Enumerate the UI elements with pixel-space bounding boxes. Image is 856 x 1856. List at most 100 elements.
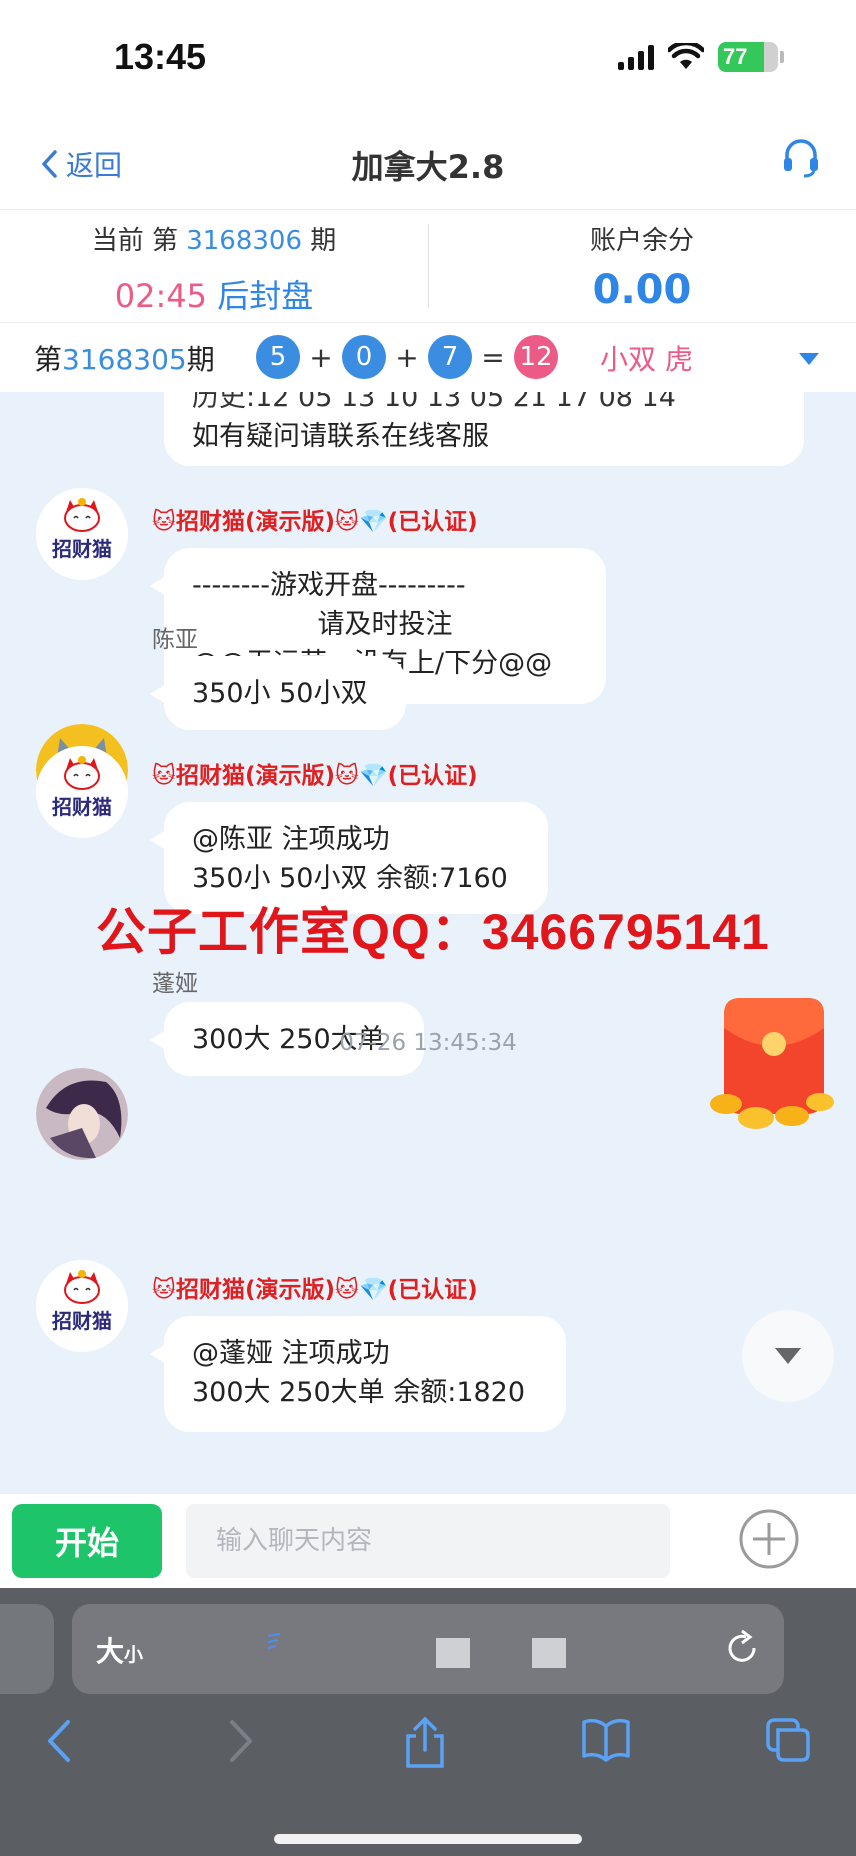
- result-balls: 5 + 0 + 7 = 12: [256, 335, 558, 379]
- add-attachment-button[interactable]: [738, 1508, 800, 1574]
- result-ball-2: 0: [342, 335, 386, 379]
- wifi-icon: [668, 43, 704, 69]
- message-line: 历史:12 05 13 10 13 05 21 17 08 14: [192, 392, 676, 413]
- aa-big: 大: [96, 1635, 125, 1668]
- balance-section: 账户余分 0.00: [428, 220, 856, 313]
- blurred-url-part: [436, 1638, 470, 1668]
- caret-down-icon: [799, 353, 819, 365]
- last-result-bar[interactable]: 第3168305期 5 + 0 + 7 = 12 小双 虎: [0, 322, 856, 392]
- sender-name: 🐱招财猫(演示版)🐱💎(已认证): [152, 509, 478, 535]
- watermark: 公子工作室QQ：3466795141: [96, 904, 770, 960]
- blurred-url-part: [532, 1638, 566, 1668]
- message-line: --------游戏开盘---------: [192, 570, 466, 601]
- browser-toolbar: 大小: [0, 1588, 856, 1856]
- bot-avatar[interactable]: 招财猫: [36, 488, 128, 580]
- lucky-cat-logo: 招财猫: [36, 488, 128, 580]
- last-period-number: 3168305: [62, 342, 187, 376]
- balance-value: 0.00: [592, 267, 692, 313]
- bookmarks-button[interactable]: [580, 1716, 632, 1766]
- current-period-label: 当前 第 3168306 期: [0, 220, 428, 257]
- nav-bar: 返回 加拿大2.8: [0, 118, 856, 210]
- lucky-cat-logo: 招财猫: [36, 746, 128, 838]
- chat-bubble: 历史:12 05 13 10 13 05 21 17 08 14 如有疑问请联系…: [164, 392, 804, 466]
- chat-area[interactable]: 历史:12 05 13 10 13 05 21 17 08 14 如有疑问请联系…: [0, 392, 856, 1494]
- message-line: @蓬娅 注项成功: [192, 1338, 390, 1369]
- anime-character-avatar: [36, 1068, 128, 1160]
- bot-avatar-text: 招财猫: [52, 1309, 112, 1333]
- home-indicator: [274, 1834, 582, 1844]
- battery-level: 77: [723, 44, 748, 69]
- address-bar[interactable]: 大小: [72, 1604, 784, 1694]
- book-icon: [582, 1718, 630, 1762]
- chevron-right-icon: [230, 1720, 252, 1762]
- plus-circle-icon: [739, 1509, 799, 1569]
- cellular-signal-icon: [618, 44, 654, 70]
- result-ball-3: 7: [428, 335, 472, 379]
- message-line: @陈亚 注项成功: [192, 824, 390, 855]
- status-time: 13:45: [114, 36, 207, 77]
- bot-avatar-text: 招财猫: [52, 537, 112, 561]
- reload-icon: [728, 1629, 756, 1662]
- red-packet-button[interactable]: [696, 994, 842, 1134]
- countdown: 02:45 后封盘: [0, 271, 428, 317]
- bubble-tail: [150, 684, 166, 704]
- sender-name: 🐱招财猫(演示版)🐱💎(已认证): [152, 1277, 478, 1303]
- chat-input-bar: 开始: [0, 1494, 856, 1588]
- current-period-number: 3168306: [186, 226, 303, 256]
- browser-forward-button[interactable]: [226, 1716, 258, 1770]
- bubble-tail: [150, 830, 166, 850]
- result-ball-1: 5: [256, 335, 300, 379]
- sender-name: 🐱招财猫(演示版)🐱💎(已认证): [152, 763, 478, 789]
- current-period-section: 当前 第 3168306 期 02:45 后封盘: [0, 220, 428, 317]
- chat-bubble: @蓬娅 注项成功 300大 250大单 余额:1820: [150, 1316, 566, 1432]
- equals-sign: =: [481, 340, 505, 374]
- message-line: 请及时投注: [317, 609, 453, 640]
- message-line: 350小 50小双: [192, 678, 368, 709]
- bot-avatar[interactable]: 招财猫: [36, 1260, 128, 1352]
- user-avatar-pengya[interactable]: [36, 1068, 128, 1160]
- reader-settings-button[interactable]: 大小: [96, 1630, 143, 1670]
- current-period-suffix: 期: [310, 226, 337, 256]
- start-button[interactable]: 开始: [12, 1504, 162, 1578]
- period-info-panel: 当前 第 3168306 期 02:45 后封盘 账户余分 0.00: [0, 210, 856, 322]
- caret-down-icon: [775, 1348, 801, 1364]
- tabs-button[interactable]: [764, 1716, 812, 1768]
- share-button[interactable]: [402, 1716, 448, 1774]
- previous-tab[interactable]: [0, 1604, 54, 1694]
- plus-sign: +: [395, 340, 419, 374]
- plus-sign: +: [309, 340, 333, 374]
- last-period-suffix: 期: [186, 342, 215, 376]
- countdown-timer: 02:45: [114, 277, 208, 315]
- message-line: 300大 250大单 余额:1820: [192, 1377, 526, 1408]
- scroll-to-bottom-button[interactable]: [742, 1310, 834, 1402]
- browser-nav-bar: [0, 1716, 856, 1786]
- red-envelope-icon: [710, 998, 834, 1129]
- chat-bubble: 350小 50小双: [150, 656, 406, 730]
- status-bar: 13:45 77: [0, 0, 856, 118]
- result-sum-ball: 12: [514, 335, 558, 379]
- loading-indicator-icon: [267, 1633, 281, 1649]
- reload-button[interactable]: [724, 1628, 760, 1670]
- browser-back-button[interactable]: [42, 1716, 74, 1770]
- last-period-prefix: 第: [34, 342, 63, 376]
- balance-label: 账户余分: [589, 226, 694, 256]
- bubble-tail: [150, 1344, 166, 1364]
- countdown-status: 后封盘: [217, 277, 314, 315]
- tabs-icon: [766, 1718, 810, 1762]
- bot-avatar-text: 招财猫: [52, 795, 112, 819]
- customer-service-button[interactable]: [782, 138, 820, 182]
- bot-avatar[interactable]: 招财猫: [36, 746, 128, 838]
- lucky-cat-logo: 招财猫: [36, 1260, 128, 1352]
- sender-name: 蓬娅: [152, 971, 198, 997]
- page-title: 加拿大2.8: [351, 148, 505, 186]
- result-tags: 小双 虎: [600, 342, 693, 376]
- last-period: 第3168305期: [34, 338, 215, 378]
- share-icon: [406, 1716, 444, 1768]
- aa-small: 小: [124, 1644, 144, 1666]
- current-period-prefix: 当前 第: [91, 226, 178, 256]
- battery-icon: 77: [718, 42, 778, 72]
- bubble-tail: [150, 576, 166, 596]
- sender-name: 陈亚: [152, 627, 198, 653]
- chat-input[interactable]: [186, 1504, 670, 1578]
- expand-history-button[interactable]: [798, 351, 820, 370]
